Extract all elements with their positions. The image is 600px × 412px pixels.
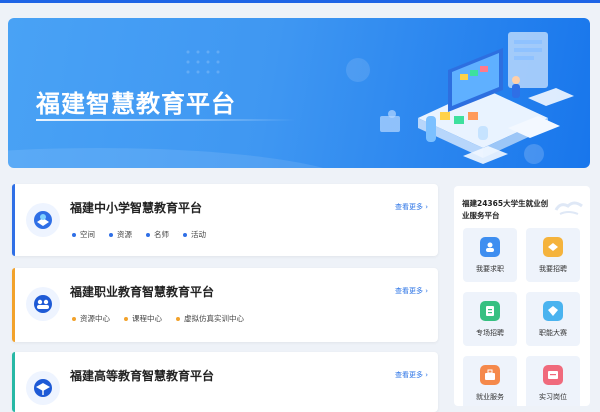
tag-item[interactable]: 资源中心	[72, 313, 110, 324]
tile-job-seek[interactable]: 我要求职	[463, 228, 517, 282]
tag-item[interactable]: 课程中心	[124, 313, 162, 324]
view-more-link[interactable]: 查看更多 ›	[395, 286, 428, 296]
card-tags: 空间 资源 名师 活动	[72, 229, 206, 240]
recruit-icon	[543, 237, 563, 257]
tag-item[interactable]: 空间	[72, 229, 95, 240]
tag-item[interactable]: 活动	[183, 229, 206, 240]
internship-icon	[543, 365, 563, 385]
contest-icon	[543, 301, 563, 321]
vocational-logo-icon	[26, 287, 60, 321]
card-accent	[12, 268, 15, 342]
panel-title: 福建24365大学生就业创业服务平台	[462, 199, 549, 220]
job-seek-icon	[480, 237, 500, 257]
tag-item[interactable]: 虚拟仿真实训中心	[176, 313, 244, 324]
top-accent-bar	[0, 0, 600, 3]
card-title[interactable]: 福建职业教育智慧教育平台	[70, 283, 214, 300]
card-title[interactable]: 福建高等教育智慧教育平台	[70, 367, 214, 384]
tile-label: 实习岗位	[539, 393, 567, 401]
hero-banner: 福建智慧教育平台	[8, 18, 590, 168]
card-tags: 资源中心 课程中心 虚拟仿真实训中心	[72, 313, 244, 324]
platform-card-k12[interactable]: 福建中小学智慧教育平台 查看更多 › 空间 资源 名师 活动	[12, 184, 438, 256]
tile-label: 我要求职	[476, 265, 504, 273]
banner-title: 福建智慧教育平台	[36, 90, 236, 118]
tag-item[interactable]: 资源	[109, 229, 132, 240]
tag-item[interactable]: 名师	[146, 229, 169, 240]
tile-label: 我要招聘	[539, 265, 567, 273]
card-accent	[12, 352, 15, 412]
special-recruit-icon	[480, 301, 500, 321]
tile-recruit[interactable]: 我要招聘	[526, 228, 580, 282]
platform-card-higher-ed[interactable]: 福建高等教育智慧教育平台 查看更多 ›	[12, 352, 438, 412]
employment-service-icon	[480, 365, 500, 385]
card-accent	[12, 184, 15, 256]
tile-internship[interactable]: 实习岗位	[526, 356, 580, 406]
tile-special-recruit[interactable]: 专场招聘	[463, 292, 517, 346]
tile-contest[interactable]: 职能大赛	[526, 292, 580, 346]
employment-service-panel: 福建24365大学生就业创业服务平台 我要求职 我要招聘 专场招聘 职能大赛 就…	[454, 186, 590, 406]
tile-label: 专场招聘	[476, 329, 504, 337]
k12-logo-icon	[26, 203, 60, 237]
tile-label: 就业服务	[476, 393, 504, 401]
cloud-decoration-icon	[554, 201, 583, 215]
view-more-link[interactable]: 查看更多 ›	[395, 370, 428, 380]
view-more-link[interactable]: 查看更多 ›	[395, 202, 428, 212]
tile-label: 职能大赛	[539, 329, 567, 337]
banner-title-underline	[36, 119, 296, 121]
platform-card-vocational[interactable]: 福建职业教育智慧教育平台 查看更多 › 资源中心 课程中心 虚拟仿真实训中心	[12, 268, 438, 342]
card-title[interactable]: 福建中小学智慧教育平台	[70, 199, 202, 216]
tile-employment-service[interactable]: 就业服务	[463, 356, 517, 406]
